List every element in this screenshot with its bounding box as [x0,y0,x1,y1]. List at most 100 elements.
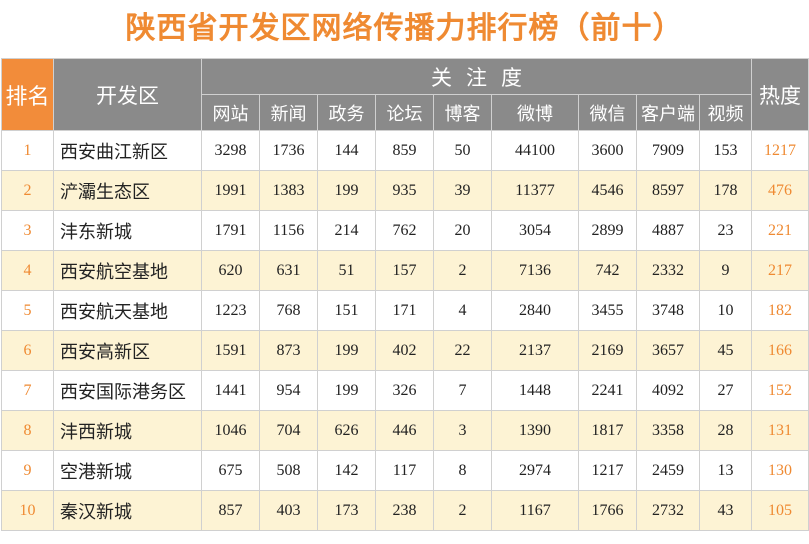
metric-cell: 3298 [201,130,260,171]
header-zone: 开发区 [53,58,202,131]
metric-cell: 508 [259,450,318,491]
metric-cell: 157 [375,250,434,291]
metric-cell: 704 [259,410,318,451]
metric-cell: 3748 [636,290,700,331]
metric-cell: 1223 [201,290,260,331]
metric-cell: 8 [433,450,492,491]
metric-cell: 1448 [491,370,579,411]
metric-cell: 1390 [491,410,579,451]
heat-cell: 476 [751,170,809,211]
metric-cell: 28 [698,410,753,451]
metric-cell: 620 [201,250,260,291]
metric-cell: 631 [259,250,318,291]
metric-cell: 3600 [578,130,637,171]
metric-cell: 2732 [636,490,700,531]
metric-cell: 144 [317,130,376,171]
rank-cell: 9 [1,450,54,491]
metric-cell: 2 [433,490,492,531]
rank-cell: 4 [1,250,54,291]
metric-cell: 51 [317,250,376,291]
table-row: 9 空港新城 675 508 142 117 8 2974 1217 2459 13 130 [1,450,809,491]
metric-cell: 3 [433,410,492,451]
metric-cell: 11377 [491,170,579,211]
zone-name-cell: 西安高新区 [53,330,202,371]
metric-cell: 10 [698,290,753,331]
table-row: 4 西安航空基地 620 631 51 157 2 7136 742 2332 9 217 [1,250,809,291]
metric-cell: 199 [317,370,376,411]
header-sub-1: 新闻 [259,94,318,131]
table-row: 10 秦汉新城 857 403 173 238 2 1167 1766 2732 43 105 [1,490,809,531]
metric-cell: 238 [375,490,434,531]
zone-name-cell: 沣西新城 [53,410,202,451]
metric-cell: 768 [259,290,318,331]
heat-cell: 217 [751,250,809,291]
metric-cell: 4887 [636,210,700,251]
metric-cell: 2 [433,250,492,291]
metric-cell: 326 [375,370,434,411]
header-sub-0: 网站 [201,94,260,131]
header-sub-7: 客户端 [636,94,700,131]
zone-name-cell: 沣东新城 [53,210,202,251]
header-sub-4: 博客 [433,94,492,131]
zone-name-cell: 西安航空基地 [53,250,202,291]
metric-cell: 1046 [201,410,260,451]
metric-cell: 2137 [491,330,579,371]
heat-cell: 221 [751,210,809,251]
header-heat: 热度 [751,58,809,131]
table-row: 3 沣东新城 1791 1156 214 762 20 3054 2899 4887 23 221 [1,210,809,251]
heat-cell: 182 [751,290,809,331]
metric-cell: 1591 [201,330,260,371]
metric-cell: 742 [578,250,637,291]
metric-cell: 171 [375,290,434,331]
metric-cell: 4092 [636,370,700,411]
metric-cell: 762 [375,210,434,251]
metric-cell: 2840 [491,290,579,331]
metric-cell: 214 [317,210,376,251]
metric-cell: 1791 [201,210,260,251]
header-sub-5: 微博 [491,94,579,131]
metric-cell: 403 [259,490,318,531]
metric-cell: 153 [698,130,753,171]
metric-cell: 1217 [578,450,637,491]
header-rank: 排名 [1,58,54,131]
metric-cell: 7136 [491,250,579,291]
rank-cell: 8 [1,410,54,451]
zone-name-cell: 空港新城 [53,450,202,491]
table-row: 1 西安曲江新区 3298 1736 144 859 50 44100 3600 7909 153 1… [1,130,809,171]
rank-cell: 10 [1,490,54,531]
metric-cell: 2974 [491,450,579,491]
metric-cell: 2169 [578,330,637,371]
heat-cell: 105 [751,490,809,531]
table-row: 8 沣西新城 1046 704 626 446 3 1390 1817 3358 28 131 [1,410,809,451]
table-row: 6 西安高新区 1591 873 199 402 22 2137 2169 3657 45 166 [1,330,809,371]
metric-cell: 8597 [636,170,700,211]
header-sub-3: 论坛 [375,94,434,131]
metric-cell: 3358 [636,410,700,451]
metric-cell: 2241 [578,370,637,411]
metric-cell: 3455 [578,290,637,331]
rank-cell: 7 [1,370,54,411]
heat-cell: 152 [751,370,809,411]
heat-cell: 131 [751,410,809,451]
metric-cell: 199 [317,170,376,211]
metric-cell: 7909 [636,130,700,171]
metric-cell: 1817 [578,410,637,451]
table-body: 1 西安曲江新区 3298 1736 144 859 50 44100 3600 7909 153 1… [1,130,809,531]
heat-cell: 1217 [751,130,809,171]
rank-cell: 2 [1,170,54,211]
metric-cell: 13 [698,450,753,491]
metric-cell: 1156 [259,210,318,251]
metric-cell: 873 [259,330,318,371]
header-sub-6: 微信 [578,94,637,131]
metric-cell: 43 [698,490,753,531]
metric-cell: 446 [375,410,434,451]
rank-cell: 6 [1,330,54,371]
table-row: 7 西安国际港务区 1441 954 199 326 7 1448 2241 4092 27 152 [1,370,809,411]
metric-cell: 4546 [578,170,637,211]
zone-name-cell: 西安国际港务区 [53,370,202,411]
metric-cell: 1991 [201,170,260,211]
rank-cell: 1 [1,130,54,171]
metric-cell: 9 [698,250,753,291]
page-title: 陕西省开发区网络传播力排行榜（前十） [125,11,684,46]
heat-cell: 166 [751,330,809,371]
